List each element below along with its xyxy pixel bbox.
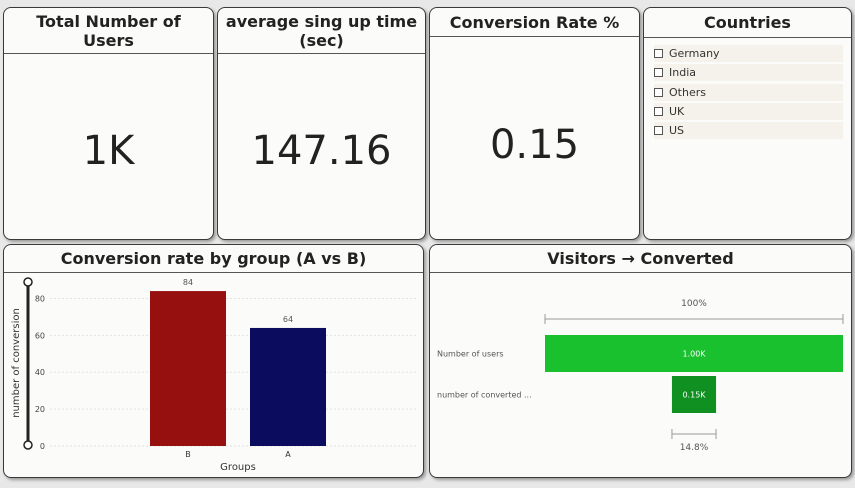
slicer-item-label: Germany	[669, 47, 720, 60]
slicer-item-others[interactable]: Others	[654, 84, 843, 101]
conversion-bar-chart: 0 20 40 60 80 number of conversion 84 B 64 A Group…	[11, 277, 418, 473]
x-tick-label: A	[285, 450, 291, 459]
chart-title: Conversion rate by group (A vs B)	[4, 245, 423, 273]
funnel-category-label: Number of users	[437, 350, 504, 359]
visitors-funnel-chart: 100% Number of users 1.00K number of conver…	[437, 299, 844, 453]
y-tick-label: 40	[35, 368, 45, 377]
slicer-item-label: Others	[669, 86, 706, 99]
y-axis-label: number of conversion	[11, 308, 22, 418]
conversion-bar-chart-card: Conversion rate by group (A vs B) 0 20 40 6…	[3, 244, 424, 478]
checkbox[interactable]	[654, 49, 663, 58]
slicer-item-india[interactable]: India	[654, 64, 843, 81]
kpi-title: Conversion Rate %	[430, 8, 639, 37]
slicer-item-label: India	[669, 66, 696, 79]
kpi-value: 0.15	[489, 122, 580, 168]
slicer-item-label: US	[669, 124, 685, 137]
countries-slicer: Countries Germany India Others UK US	[643, 7, 852, 240]
slicer-item-germany[interactable]: Germany	[654, 45, 843, 62]
slicer-item-uk[interactable]: UK	[654, 103, 843, 120]
visitors-funnel-card: Visitors → Converted 100% Number of users…	[429, 244, 852, 478]
funnel-data-label: 0.15K	[682, 391, 706, 400]
funnel-bottom-percent: 14.8%	[680, 443, 709, 453]
x-tick-label: B	[185, 450, 191, 459]
y-tick-label: 0	[40, 442, 45, 451]
checkbox[interactable]	[654, 68, 663, 77]
checkbox[interactable]	[654, 88, 663, 97]
kpi-value: 1K	[82, 128, 135, 174]
kpi-card-total-users: Total Number of Users 1K	[3, 7, 214, 240]
y-tick-label: 60	[35, 331, 45, 340]
kpi-title: average sing up time (sec)	[218, 8, 425, 54]
kpi-title: Total Number of Users	[4, 8, 213, 54]
y-range-slider-handle-bottom[interactable]	[23, 440, 33, 450]
y-range-slider-handle-top[interactable]	[23, 277, 33, 287]
data-label: 84	[183, 278, 193, 287]
kpi-card-signup-time: average sing up time (sec) 147.16	[217, 7, 426, 240]
y-tick-label: 80	[35, 294, 45, 303]
bar-a	[250, 327, 326, 446]
kpi-value: 147.16	[251, 128, 392, 174]
funnel-category-label: number of converted ...	[437, 391, 532, 400]
funnel-top-percent: 100%	[681, 299, 707, 309]
slicer-item-us[interactable]: US	[654, 122, 843, 139]
bar-b	[150, 291, 226, 446]
funnel-data-label: 1.00K	[682, 350, 706, 359]
checkbox[interactable]	[654, 126, 663, 135]
slicer-item-label: UK	[669, 105, 685, 118]
data-label: 64	[283, 315, 293, 324]
y-tick-label: 20	[35, 405, 45, 414]
slicer-title: Countries	[644, 8, 851, 38]
x-axis-label: Groups	[220, 462, 256, 473]
chart-title: Visitors → Converted	[430, 245, 851, 273]
checkbox[interactable]	[654, 107, 663, 116]
kpi-card-conversion-rate: Conversion Rate % 0.15	[429, 7, 640, 240]
